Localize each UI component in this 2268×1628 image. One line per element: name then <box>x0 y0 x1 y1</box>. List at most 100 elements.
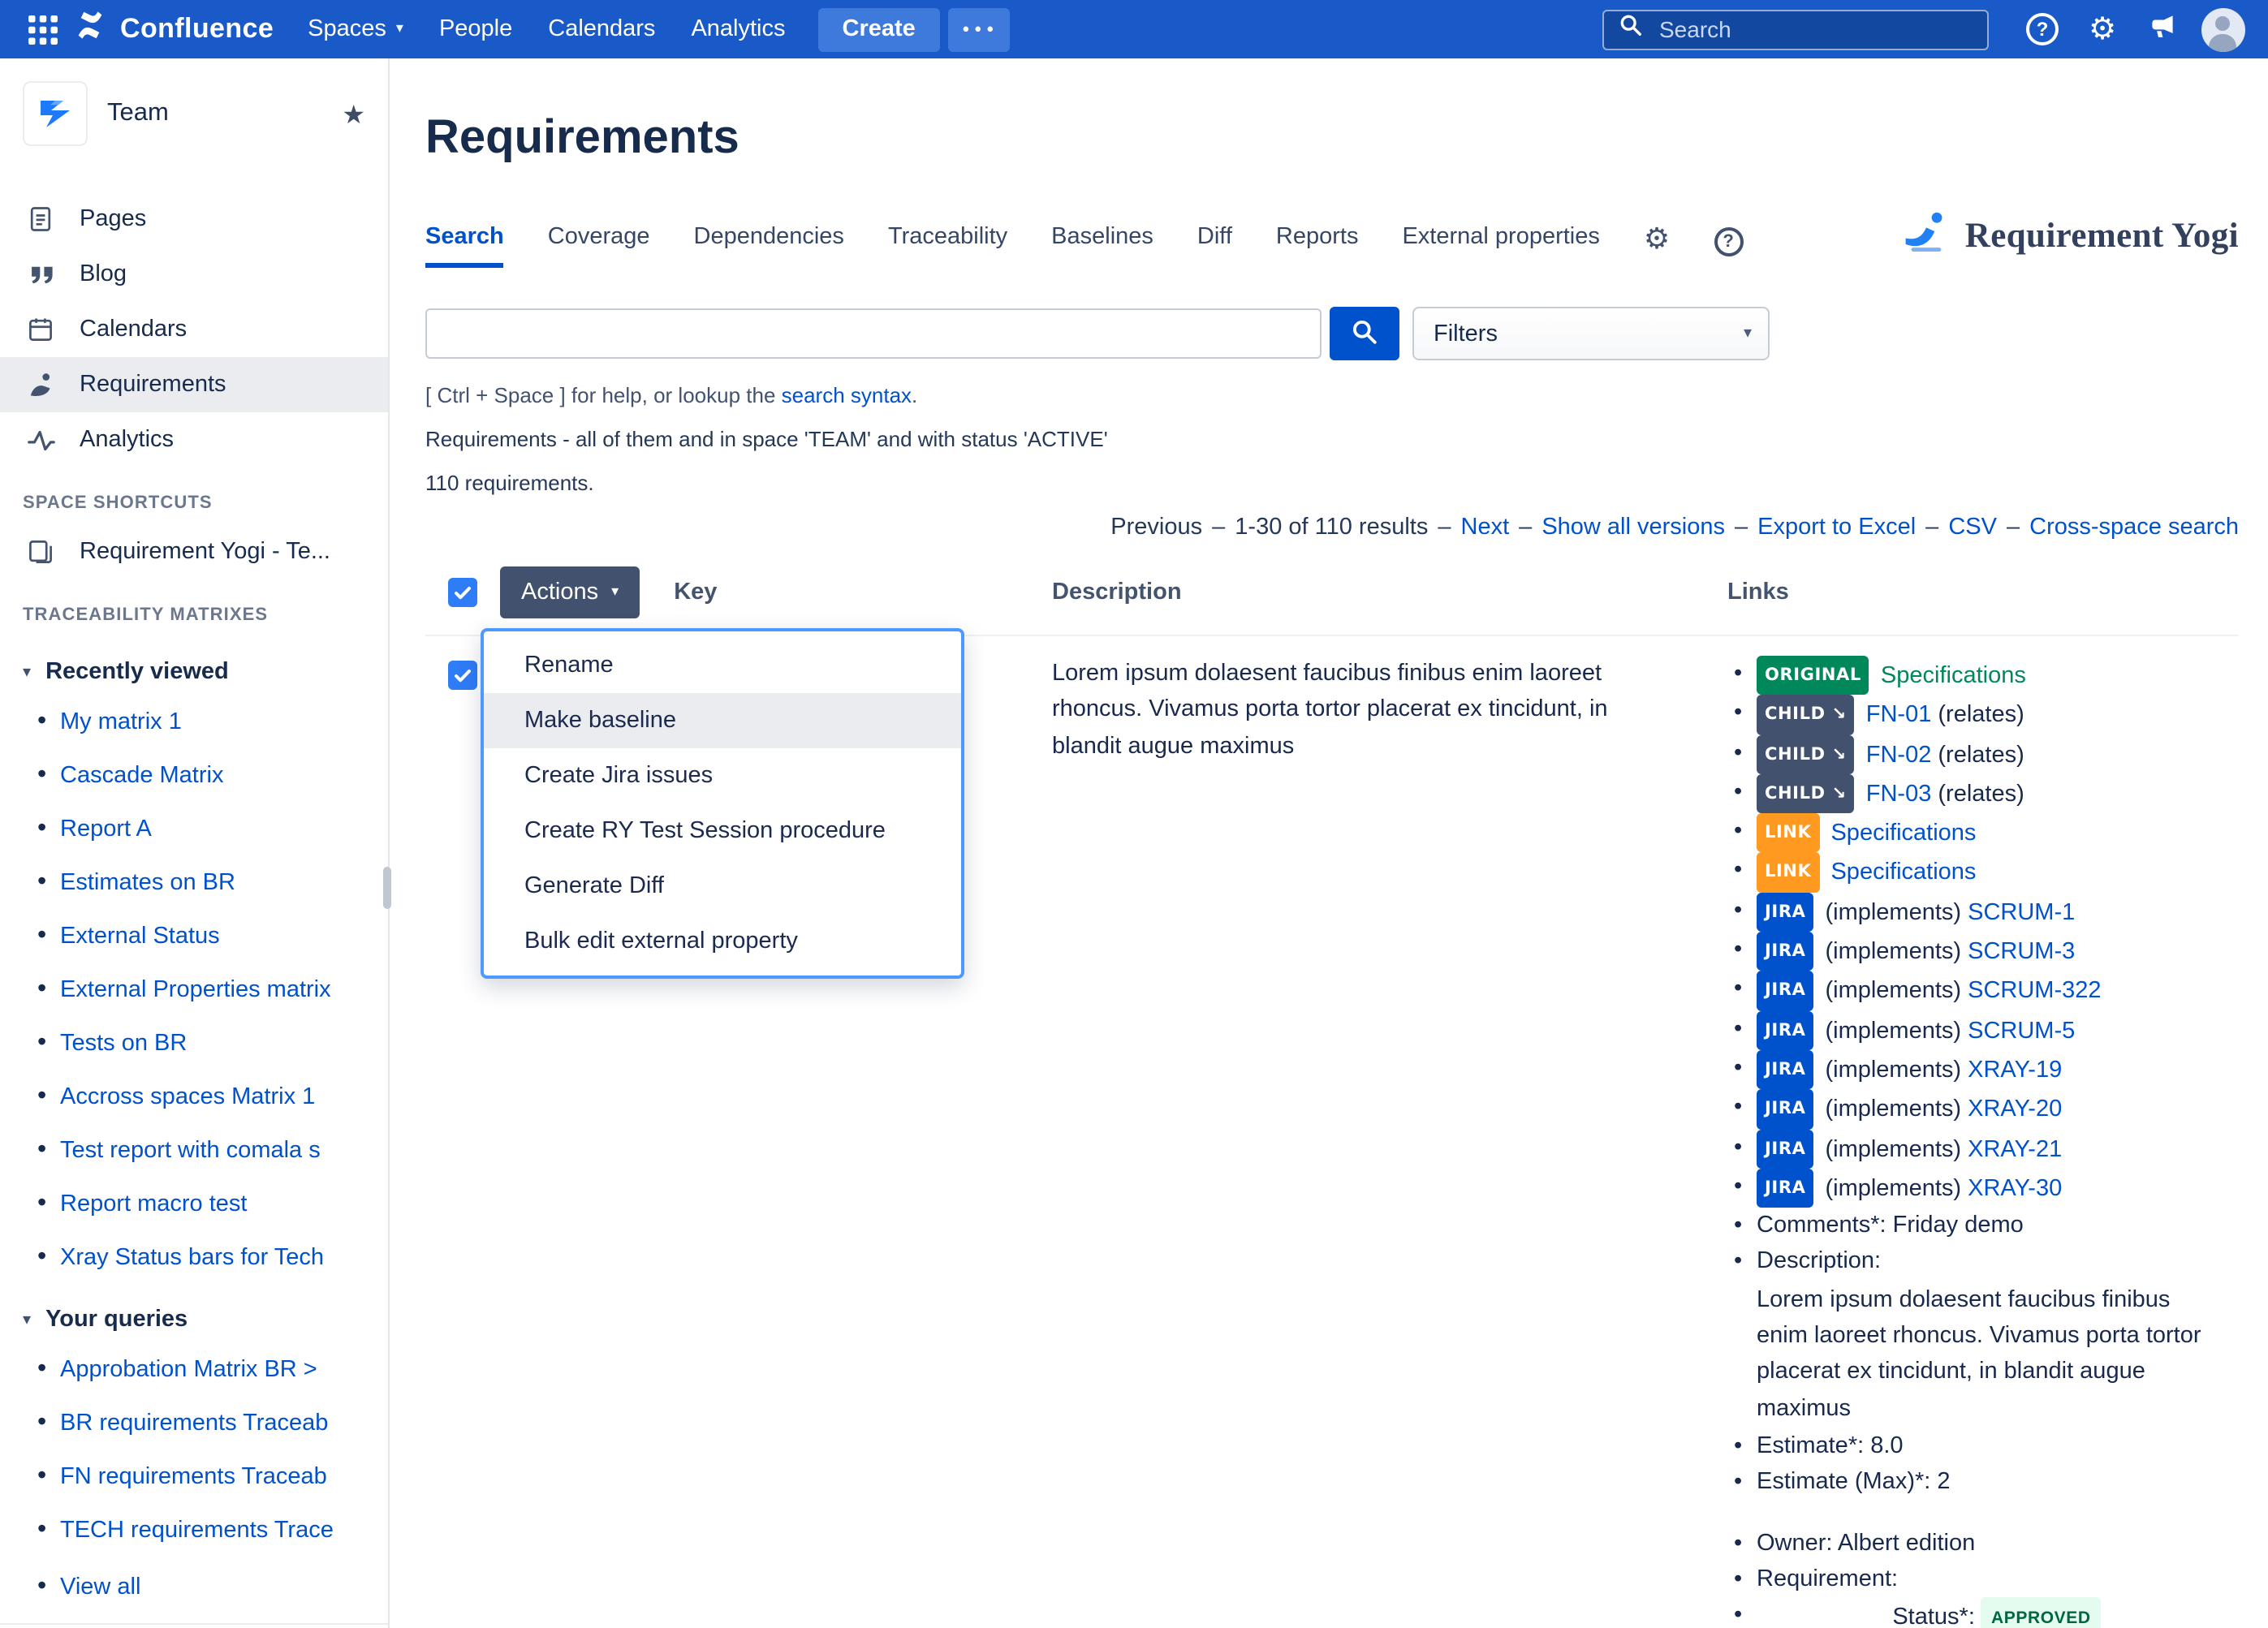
sidebar-item-pages[interactable]: Pages <box>0 192 388 247</box>
requirement-link[interactable]: XRAY-21 <box>1968 1136 2062 1162</box>
sidebar-link[interactable]: Cascade Matrix <box>60 763 223 789</box>
tab-help-button[interactable]: ? <box>1714 227 1743 268</box>
requirement-link[interactable]: SCRUM-1 <box>1968 900 2075 926</box>
list-item: Report A <box>0 802 388 855</box>
help-button[interactable]: ? <box>2016 3 2068 55</box>
sidebar-link[interactable]: Accross spaces Matrix 1 <box>60 1084 315 1110</box>
sidebar-link[interactable]: BR requirements Traceab <box>60 1411 328 1436</box>
sidebar-link[interactable]: External Status <box>60 924 220 950</box>
topbar-nav-calendars[interactable]: Calendars <box>530 0 673 58</box>
pagination-link-show-all-versions[interactable]: Show all versions <box>1541 515 1725 541</box>
announcement-button[interactable] <box>2136 3 2188 55</box>
sidebar-link[interactable]: Test report with comala s <box>60 1138 321 1164</box>
topbar-nav-people[interactable]: People <box>421 0 530 58</box>
menu-item-make-baseline[interactable]: Make baseline <box>484 693 961 748</box>
pagination-link-next[interactable]: Next <box>1461 515 1510 541</box>
requirement-link[interactable]: SCRUM-322 <box>1968 979 2101 1005</box>
tab-traceability[interactable]: Traceability <box>888 224 1007 268</box>
analytics-icon <box>23 424 58 455</box>
link-item: ORIGINALSpecifications <box>1727 656 2232 696</box>
product-name: Confluence <box>120 13 274 45</box>
confluence-logo[interactable]: Confluence <box>71 6 274 52</box>
sidebar-item-requirements[interactable]: Requirements <box>0 357 388 412</box>
global-search-input[interactable] <box>1656 15 1973 44</box>
sidebar-link[interactable]: Estimates on BR <box>60 870 235 896</box>
topbar-nav-analytics[interactable]: Analytics <box>673 0 803 58</box>
search-syntax-link[interactable]: search syntax <box>782 383 912 407</box>
requirement-link[interactable]: FN-01 <box>1866 703 1932 729</box>
more-options-button[interactable]: ••• <box>948 7 1010 51</box>
list-item: BR requirements Traceab <box>0 1396 388 1449</box>
menu-item-generate-diff[interactable]: Generate Diff <box>484 859 961 914</box>
tab-baselines[interactable]: Baselines <box>1051 224 1153 268</box>
pagination-link-export-to-excel[interactable]: Export to Excel <box>1757 515 1916 541</box>
row-checkbox[interactable] <box>448 661 477 690</box>
menu-item-rename[interactable]: Rename <box>484 638 961 693</box>
requirement-link[interactable]: Specifications <box>1830 820 1976 846</box>
sidebar-link[interactable]: My matrix 1 <box>60 709 182 735</box>
sidebar-link[interactable]: External Properties matrix <box>60 977 331 1003</box>
topbar-nav-spaces[interactable]: Spaces▾ <box>290 0 421 58</box>
tab-settings-button[interactable]: ⚙ <box>1644 222 1670 268</box>
link-item: JIRA(implements) SCRUM-3 <box>1727 932 2232 971</box>
sidebar-item-blog[interactable]: Blog <box>0 247 388 302</box>
create-button[interactable]: Create <box>818 7 940 51</box>
favourite-star-icon[interactable]: ★ <box>342 98 365 129</box>
requirement-link[interactable]: Specifications <box>1881 663 2026 689</box>
select-all-checkbox[interactable] <box>448 578 477 607</box>
topbar-nav-label: Calendars <box>548 16 655 42</box>
links-gap <box>1727 1501 2232 1525</box>
list-item: My matrix 1 <box>0 695 388 748</box>
sidebar-link[interactable]: Approbation Matrix BR > <box>60 1357 317 1383</box>
sidebar-link[interactable]: FN requirements Traceab <box>60 1464 327 1490</box>
requirement-link[interactable]: FN-02 <box>1866 742 1932 768</box>
tab-coverage[interactable]: Coverage <box>548 224 650 268</box>
tab-search[interactable]: Search <box>425 224 504 268</box>
sidebar-link[interactable]: Tests on BR <box>60 1031 187 1057</box>
settings-button[interactable]: ⚙ <box>2076 3 2128 55</box>
tab-reports[interactable]: Reports <box>1276 224 1359 268</box>
sidebar-link[interactable]: TECH requirements Trace <box>60 1518 334 1544</box>
tab-diff[interactable]: Diff <box>1197 224 1232 268</box>
pagination-previous: Previous <box>1110 515 1202 541</box>
sidebar-item-analytics[interactable]: Analytics <box>0 412 388 467</box>
global-search[interactable] <box>1602 9 1989 50</box>
sidebar-item-calendars[interactable]: Calendars <box>0 302 388 357</box>
profile-button[interactable] <box>2197 3 2249 55</box>
requirements-search-input[interactable] <box>425 308 1322 359</box>
filters-dropdown[interactable]: Filters ▾ <box>1412 307 1770 360</box>
space-shortcuts-title: SPACE SHORTCUTS <box>0 467 388 524</box>
sidebar-group-header-your-queries[interactable]: ▾Your queries <box>0 1284 388 1339</box>
app-switcher-icon[interactable] <box>19 6 65 52</box>
tab-external-properties[interactable]: External properties <box>1402 224 1599 268</box>
sidebar-group-header-recently-viewed[interactable]: ▾Recently viewed <box>0 636 388 691</box>
requirement-link[interactable]: SCRUM-5 <box>1968 1018 2075 1044</box>
tab-list: Search Coverage Dependencies Traceability Ba… <box>425 224 1600 268</box>
pagination-link-cross-space-search[interactable]: Cross-space search <box>2029 515 2239 541</box>
topbar-nav-label: People <box>439 16 512 42</box>
requirement-link[interactable]: XRAY-20 <box>1968 1097 2062 1123</box>
sidebar-link[interactable]: Report A <box>60 816 152 842</box>
requirement-link[interactable]: XRAY-30 <box>1968 1176 2062 1202</box>
sidebar-item-requirement-yogi-shortcut[interactable]: Requirement Yogi - Te... <box>0 524 388 579</box>
sidebar-resize-handle[interactable] <box>383 867 391 909</box>
menu-item-create-ry-test-session-procedure[interactable]: Create RY Test Session procedure <box>484 803 961 859</box>
tab-dependencies[interactable]: Dependencies <box>694 224 844 268</box>
pagination-link-csv[interactable]: CSV <box>1948 515 1997 541</box>
requirement-link[interactable]: Specifications <box>1830 860 1976 886</box>
link-item: Comments*: Friday demo <box>1727 1208 2232 1244</box>
sidebar-link[interactable]: Report macro test <box>60 1191 248 1217</box>
space-tools[interactable]: ⚙ Space tools <box>0 1623 388 1628</box>
search-button[interactable] <box>1330 307 1399 360</box>
requirement-link[interactable]: XRAY-19 <box>1968 1057 2062 1083</box>
menu-item-bulk-edit-external-property[interactable]: Bulk edit external property <box>484 914 961 969</box>
space-header[interactable]: Team ★ <box>0 78 388 146</box>
requirement-link[interactable]: SCRUM-3 <box>1968 939 2075 965</box>
jira-badge: JIRA <box>1757 971 1813 1011</box>
link-badge: LINK <box>1757 853 1819 893</box>
view-all-link[interactable]: View all <box>60 1574 140 1600</box>
menu-item-create-jira-issues[interactable]: Create Jira issues <box>484 748 961 803</box>
sidebar-link[interactable]: Xray Status bars for Tech <box>60 1245 324 1271</box>
actions-button[interactable]: Actions ▾ <box>500 566 640 618</box>
requirement-link[interactable]: FN-03 <box>1866 782 1932 808</box>
